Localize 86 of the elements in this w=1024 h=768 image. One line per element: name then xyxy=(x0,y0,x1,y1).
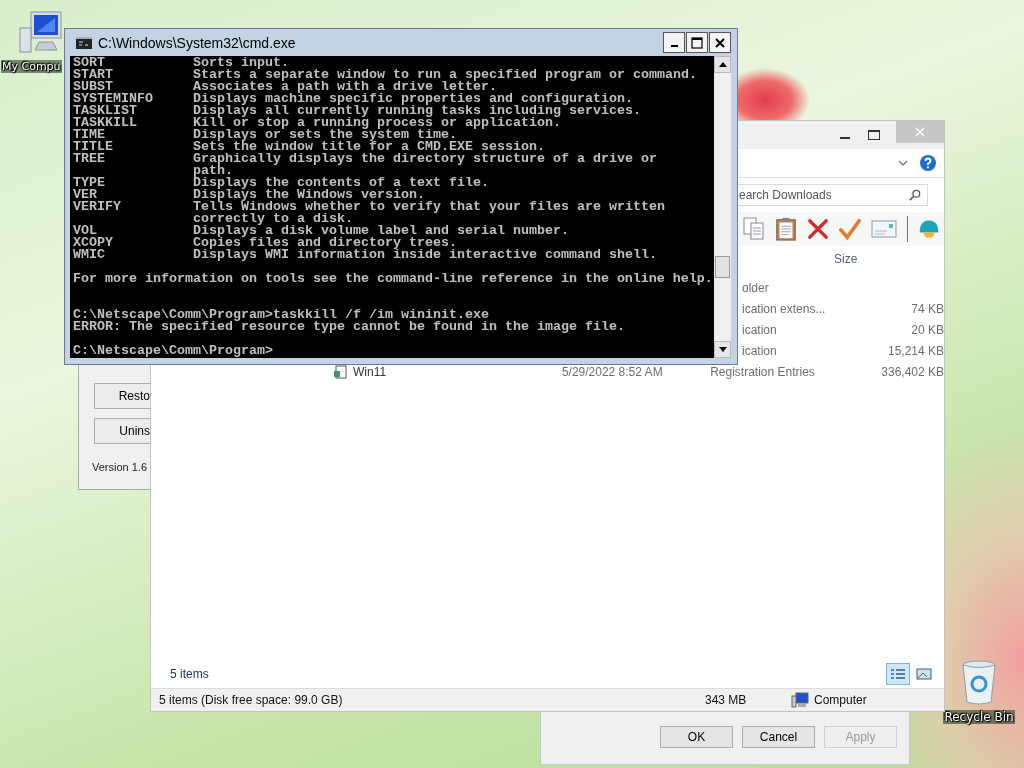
console-command: SORT xyxy=(73,57,105,69)
close-button[interactable] xyxy=(709,32,731,53)
details-view-button[interactable] xyxy=(886,663,910,685)
file-type: Registration Entries xyxy=(710,364,816,379)
console-text: Copies files and directory trees. xyxy=(193,237,457,249)
console-text: Displays or sets the system time. xyxy=(193,129,457,141)
console-text: Kill or stop a running process or application. xyxy=(193,117,561,129)
column-header[interactable]: Size xyxy=(834,252,858,266)
console-text: Displays a disk volume label and serial number. xyxy=(193,225,569,237)
dialog-button[interactable]: OK xyxy=(660,726,733,748)
window-title: C:\Windows\System32\cmd.exe xyxy=(98,34,297,51)
console-text: path. xyxy=(193,165,233,177)
console-text: ERROR: The specified resource type cannot be found in the image file. xyxy=(73,321,625,333)
console-command: VER xyxy=(73,189,97,201)
console-command: SYSTEMINFO xyxy=(73,93,154,105)
recycle-bin-icon[interactable] xyxy=(961,660,997,706)
console-command: TASKLIST xyxy=(73,105,138,117)
console-command: VERIFY xyxy=(73,201,122,216)
search-field[interactable]: earch Downloads xyxy=(738,184,928,206)
status-text: 5 items (Disk free space: 99.0 GB) xyxy=(159,693,344,707)
maximize-button[interactable] xyxy=(686,32,708,53)
file-type: ication extens... xyxy=(742,301,827,316)
scroll-thumb[interactable] xyxy=(715,256,730,278)
console-text: correctly to a disk. xyxy=(193,213,353,225)
console-icon xyxy=(76,36,92,49)
console-command: TYPE xyxy=(73,177,106,189)
dialog-button[interactable]: Cancel xyxy=(742,726,815,748)
console-text: Sorts input. xyxy=(193,57,289,69)
console-text: Displays the contents of a text file. xyxy=(193,177,489,189)
console-text: Sets the window title for a CMD.EXE session. xyxy=(193,141,545,153)
console-text: Displays machine specific properties and configuration. xyxy=(193,93,633,105)
console-prompt[interactable]: C:\Netscape\Comm\Program> xyxy=(73,345,273,357)
scroll-up-icon xyxy=(718,62,727,67)
maximize-icon xyxy=(691,36,703,49)
file-name[interactable]: Win11 xyxy=(353,364,387,379)
console-text: Associates a path with a drive letter. xyxy=(193,81,497,93)
image-icon xyxy=(916,668,932,680)
scrollbar[interactable] xyxy=(714,56,731,358)
item-count: 5 items xyxy=(170,667,210,681)
file-size: 74 KB xyxy=(911,301,944,316)
file-date: 5/29/2022 8:52 AM xyxy=(561,364,664,379)
list-icon xyxy=(890,668,906,680)
console-command: VOL xyxy=(73,225,97,237)
chevron-down-icon[interactable] xyxy=(898,160,908,166)
minimize-button[interactable] xyxy=(663,32,685,53)
envelope-icon[interactable] xyxy=(871,220,897,238)
checkmark-icon[interactable] xyxy=(839,217,861,241)
console-text: Displays the Windows version. xyxy=(193,189,425,201)
console-command: TASKKILL xyxy=(73,117,138,129)
help-icon[interactable] xyxy=(920,155,936,171)
status-location: Computer xyxy=(814,693,867,707)
file-type: ication xyxy=(742,322,778,337)
console-text: Starts a separate window to run a specified program or command. xyxy=(193,69,697,81)
close-icon xyxy=(714,36,726,49)
console-text: Displays WMI information inside interactive command shell. xyxy=(193,249,657,261)
console-text: Graphically displays the directory structure of a drive or xyxy=(193,153,657,165)
version-label: Version 1.6 xyxy=(92,461,149,473)
console-command: TIME xyxy=(73,129,105,141)
console-text: For more information on tools see the command-line reference in the online help. xyxy=(73,273,713,285)
file-type: ication xyxy=(742,343,778,358)
console-command: XCOPY xyxy=(73,237,114,249)
status-size: 343 MB xyxy=(705,693,748,707)
dialog-button[interactable]: Resto xyxy=(94,383,151,409)
scroll-down-icon xyxy=(718,347,727,352)
console-command-line: C:\Netscape\Comm\Program>taskkill /f /im wininit.exe xyxy=(73,309,489,321)
file-type: older xyxy=(742,280,770,295)
minimize-icon xyxy=(670,45,678,47)
computer-icon xyxy=(791,692,809,708)
registry-file-icon xyxy=(333,364,347,379)
console-command: TITLE xyxy=(73,141,114,153)
search-icon[interactable] xyxy=(909,189,921,201)
console-command: SUBST xyxy=(73,81,113,93)
computer-icon[interactable] xyxy=(17,10,63,56)
file-size: 336,402 KB xyxy=(881,364,944,379)
console-command: WMIC xyxy=(73,249,106,261)
console-text: Tells Windows whether to verify that your files are written xyxy=(193,201,665,213)
maximize-icon[interactable] xyxy=(868,130,880,140)
console-command: START xyxy=(73,69,114,81)
console-command: TREE xyxy=(73,153,106,168)
clipboard-icon[interactable] xyxy=(775,217,797,241)
file-size: 20 KB xyxy=(911,322,944,337)
file-size: 15,214 KB xyxy=(887,343,944,358)
delete-icon[interactable] xyxy=(807,217,829,241)
console-text: Displays all currently running tasks including services. xyxy=(193,105,641,117)
close-icon xyxy=(915,127,925,137)
dialog-button[interactable]: Unins xyxy=(94,418,151,444)
